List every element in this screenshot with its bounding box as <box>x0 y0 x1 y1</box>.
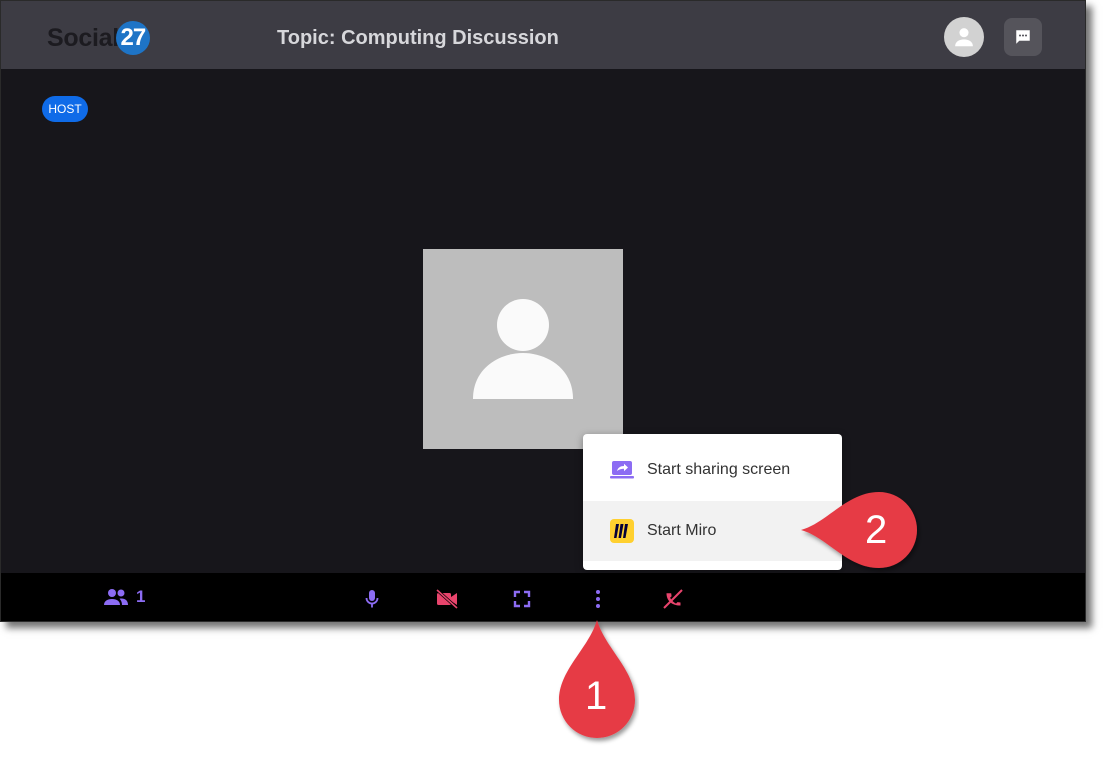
top-bar: Social 27 Topic: Computing Discussion <box>1 1 1085 69</box>
participant-count: 1 <box>136 587 146 606</box>
callout-step-1: 1 <box>555 618 639 746</box>
fullscreen-button[interactable] <box>508 585 536 613</box>
logo-number-badge: 27 <box>115 21 150 55</box>
participant-video-placeholder <box>423 249 623 449</box>
user-avatar-button[interactable] <box>944 17 984 57</box>
participants-icon <box>104 589 128 605</box>
user-icon <box>955 28 973 47</box>
more-vertical-icon <box>596 590 600 608</box>
end-call-button[interactable] <box>659 585 687 613</box>
more-options-button[interactable] <box>584 585 612 613</box>
menu-item-label: Start sharing screen <box>647 461 791 478</box>
screen-share-icon <box>609 457 635 483</box>
participants-button[interactable]: 1 <box>103 587 145 607</box>
end-call-icon <box>663 589 683 609</box>
menu-item-label: Start Miro <box>647 522 717 539</box>
page-title: Topic: Computing Discussion <box>277 27 559 49</box>
fullscreen-icon <box>513 590 531 608</box>
social27-logo: Social 27 <box>47 21 150 55</box>
logo-text: Social <box>47 23 119 52</box>
callout-number: 2 <box>865 508 888 552</box>
callout-number: 1 <box>585 674 608 718</box>
chat-icon <box>1016 30 1030 44</box>
camera-off-icon <box>435 589 459 609</box>
microphone-icon <box>365 590 379 608</box>
host-badge: HOST <box>42 96 88 122</box>
microphone-button[interactable] <box>358 585 386 613</box>
callout-step-2: 2 <box>797 488 935 574</box>
chat-button[interactable] <box>1004 18 1042 56</box>
miro-icon <box>609 518 635 544</box>
person-placeholder-icon <box>473 299 573 399</box>
camera-toggle-button[interactable] <box>433 585 461 613</box>
call-controls-bar: 1 <box>1 573 1085 621</box>
